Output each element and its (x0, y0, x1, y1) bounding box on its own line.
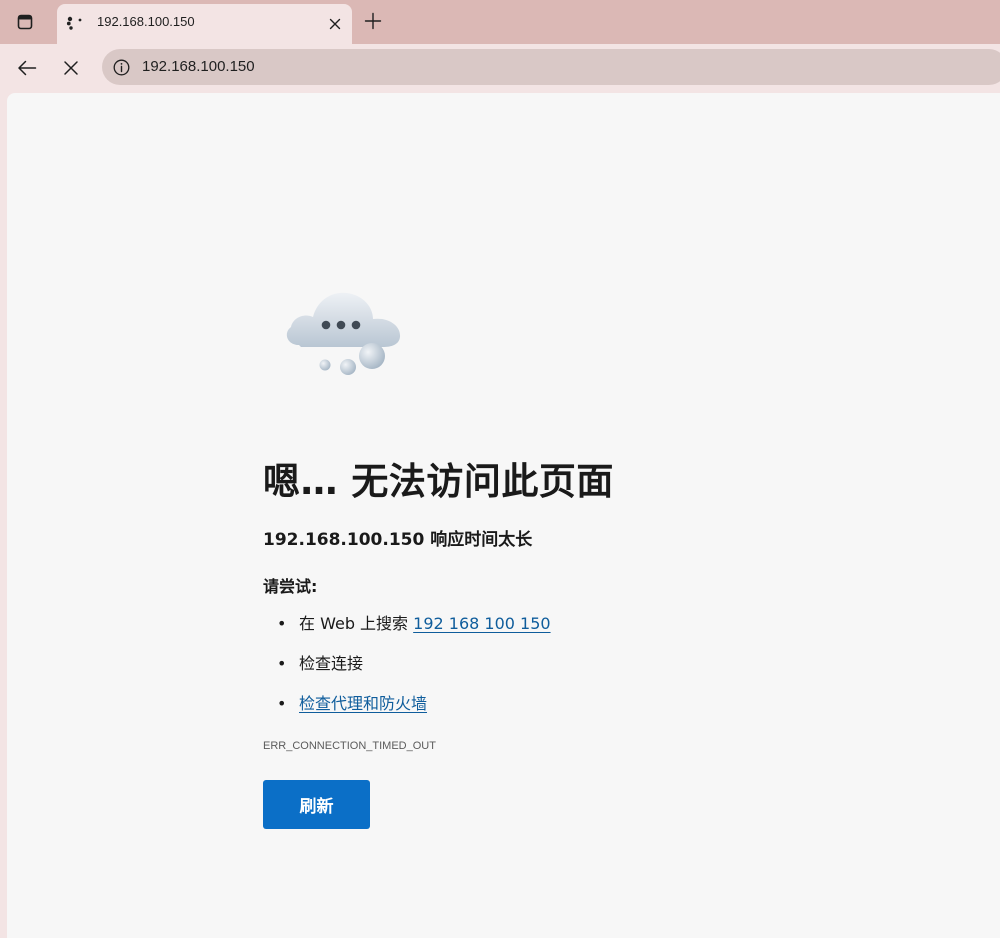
url-text[interactable]: 192.168.100.150 (142, 58, 255, 75)
check-connection-text: 检查连接 (299, 654, 364, 673)
close-icon[interactable] (57, 54, 85, 82)
error-code: ERR_CONNECTION_TIMED_OUT (263, 740, 436, 752)
close-icon[interactable] (323, 12, 347, 36)
list-item: • 在 Web 上搜索 192 168 100 150 (277, 614, 551, 633)
address-bar[interactable]: 192.168.100.150 (102, 49, 1000, 85)
info-icon[interactable] (111, 57, 131, 77)
cloud-icon (277, 283, 412, 383)
check-proxy-firewall-link[interactable]: 检查代理和防火墙 (299, 694, 427, 713)
toolbar: 192.168.100.150 (0, 44, 1000, 92)
try-label: 请尝试: (263, 577, 318, 596)
tab-actions-icon[interactable] (12, 9, 38, 35)
tab-active[interactable]: 192.168.100.150 (57, 4, 352, 44)
search-web-link[interactable]: 192 168 100 150 (413, 614, 550, 633)
list-item: • 检查代理和防火墙 (277, 694, 428, 713)
page-title: 嗯… 无法访问此页面 (263, 460, 614, 503)
browser-window: 192.168.100.150 192.168.100.150 嗯… 无法访问此… (0, 0, 1000, 938)
list-item: • 检查连接 (277, 654, 364, 673)
arrow-left-icon[interactable] (13, 54, 41, 82)
suggestion-list: • 在 Web 上搜索 192 168 100 150 • 检查连接 • 检查代… (263, 611, 551, 731)
tab-title: 192.168.100.150 (97, 14, 195, 29)
tab-strip: 192.168.100.150 (0, 0, 1000, 44)
error-description: 192.168.100.150 响应时间太长 (263, 530, 533, 550)
error-page: 嗯… 无法访问此页面 192.168.100.150 响应时间太长 请尝试: •… (7, 93, 1000, 938)
plus-icon[interactable] (360, 8, 386, 34)
loading-dots-icon (65, 15, 85, 33)
refresh-button[interactable]: 刷新 (263, 780, 370, 829)
search-web-text: 在 Web 上搜索 (299, 614, 414, 633)
